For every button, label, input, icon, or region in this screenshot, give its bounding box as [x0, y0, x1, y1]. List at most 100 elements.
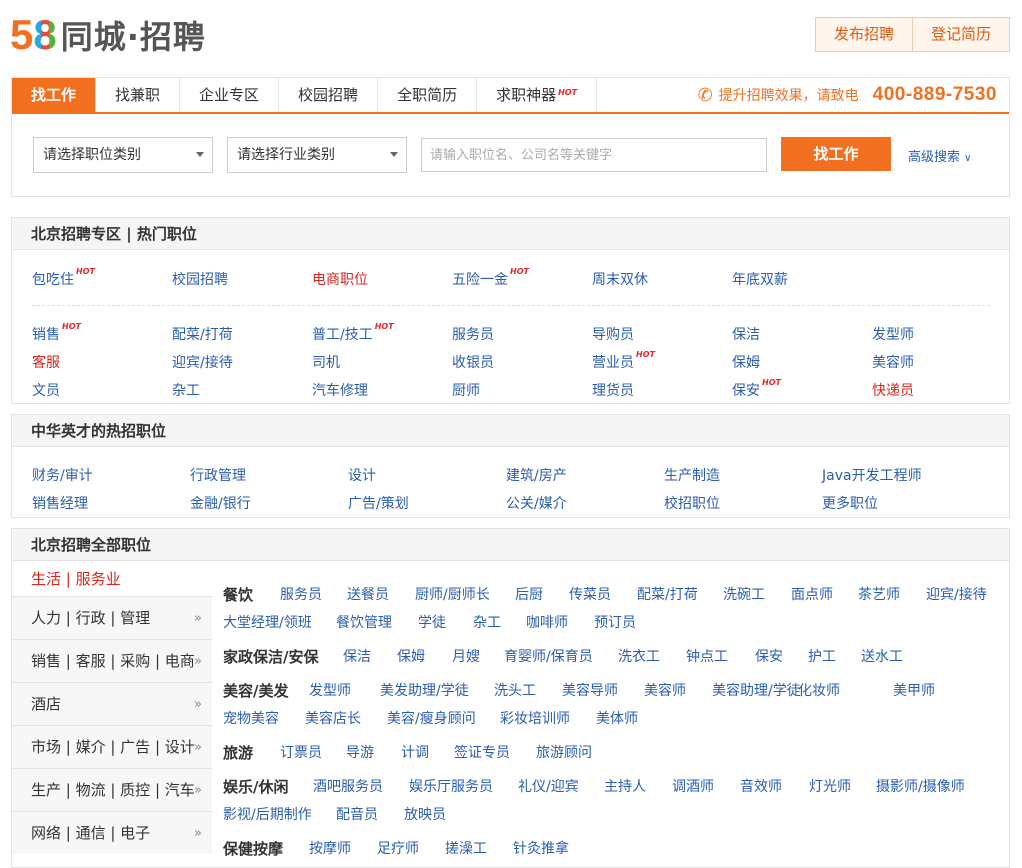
job-link[interactable]: 宠物美容: [223, 708, 279, 728]
hot-job-link[interactable]: 配菜/打荷: [172, 324, 233, 344]
job-link[interactable]: 送餐员: [347, 584, 389, 604]
job-link[interactable]: 娱乐厅服务员: [409, 776, 493, 796]
job-link[interactable]: 保安: [755, 646, 783, 666]
category-item[interactable]: 生活 | 服务业: [12, 562, 212, 596]
job-link[interactable]: 音效师: [740, 776, 782, 796]
tab-part-time[interactable]: 找兼职: [96, 78, 181, 112]
category-item[interactable]: 网络 | 通信 | 电子 »: [12, 811, 212, 854]
job-link[interactable]: 足疗师: [377, 838, 419, 858]
hot-job-link[interactable]: 理货员: [592, 380, 634, 400]
job-link[interactable]: 主持人: [604, 776, 646, 796]
hot-job-link[interactable]: 保安HOT: [732, 378, 781, 400]
hot-job-link[interactable]: 保洁: [732, 324, 760, 344]
zhrc-job-link[interactable]: 金融/银行: [190, 493, 251, 513]
job-link[interactable]: 迎宾/接待: [926, 584, 987, 604]
category-item[interactable]: 市场 | 媒介 | 广告 | 设计»: [12, 725, 212, 768]
zhrc-job-link[interactable]: 销售经理: [32, 493, 88, 513]
category-item[interactable]: 人力 | 行政 | 管理 »: [12, 596, 212, 639]
job-link[interactable]: 化妆师: [798, 680, 840, 700]
job-link[interactable]: 计调: [401, 742, 429, 762]
zhrc-job-link[interactable]: 公关/媒介: [506, 493, 567, 513]
job-link[interactable]: 美体师: [596, 708, 638, 728]
zhrc-job-link[interactable]: 设计: [348, 465, 376, 485]
hot-job-link[interactable]: 销售HOT: [32, 322, 81, 344]
hot-job-link[interactable]: 杂工: [172, 380, 200, 400]
job-link[interactable]: 厨师/厨师长: [415, 584, 490, 604]
find-job-button[interactable]: 找工作: [781, 137, 891, 171]
zhrc-job-link[interactable]: 广告/策划: [348, 493, 409, 513]
job-link[interactable]: 按摩师: [309, 838, 351, 858]
hot-job-link[interactable]: 迎宾/接待: [172, 352, 233, 372]
zhrc-job-link[interactable]: 财务/审计: [32, 465, 93, 485]
job-link[interactable]: 预订员: [594, 612, 636, 632]
hot-tag-link[interactable]: 包吃住HOT: [32, 267, 95, 289]
job-category-select[interactable]: 请选择职位类别: [33, 137, 213, 173]
hot-tag-link[interactable]: 五险一金HOT: [452, 267, 529, 289]
hot-job-link[interactable]: 客服: [32, 352, 60, 372]
job-link[interactable]: 彩妆培训师: [500, 708, 570, 728]
job-link[interactable]: 美甲师: [893, 680, 935, 700]
job-link[interactable]: 护工: [808, 646, 836, 666]
hot-job-link[interactable]: 营业员HOT: [592, 350, 655, 372]
job-link[interactable]: 美容导师: [562, 680, 618, 700]
job-link[interactable]: 洗头工: [494, 680, 536, 700]
job-link[interactable]: 大堂经理/领班: [223, 612, 312, 632]
job-link[interactable]: 月嫂: [452, 646, 480, 666]
industry-category-select[interactable]: 请选择行业类别: [227, 137, 407, 173]
job-link[interactable]: 酒吧服务员: [313, 776, 383, 796]
hot-job-link[interactable]: 服务员: [452, 324, 494, 344]
job-link[interactable]: 美容/瘦身顾问: [387, 708, 476, 728]
zhrc-job-link[interactable]: 更多职位: [822, 493, 878, 513]
job-link[interactable]: 钟点工: [686, 646, 728, 666]
hot-job-link[interactable]: 美容师: [872, 352, 914, 372]
hot-job-link[interactable]: 厨师: [452, 380, 480, 400]
tab-find-job[interactable]: 找工作: [12, 78, 97, 112]
zhrc-job-link[interactable]: 生产制造: [664, 465, 720, 485]
job-link[interactable]: 美容助理/学徒: [712, 680, 801, 700]
job-link[interactable]: 搓澡工: [445, 838, 487, 858]
job-link[interactable]: 育婴师/保育员: [504, 646, 593, 666]
zhrc-job-link[interactable]: Java开发工程师: [822, 465, 922, 485]
job-link[interactable]: 发型师: [309, 680, 351, 700]
job-link[interactable]: 导游: [346, 742, 374, 762]
hot-job-link[interactable]: 发型师: [872, 324, 914, 344]
job-link[interactable]: 洗衣工: [618, 646, 660, 666]
job-link[interactable]: 学徒: [418, 612, 446, 632]
job-link[interactable]: 洗碗工: [723, 584, 765, 604]
hot-job-link[interactable]: 导购员: [592, 324, 634, 344]
job-link[interactable]: 订票员: [280, 742, 322, 762]
job-link[interactable]: 放映员: [404, 804, 446, 824]
job-link[interactable]: 保洁: [343, 646, 371, 666]
job-link[interactable]: 送水工: [861, 646, 903, 666]
zhrc-job-link[interactable]: 校招职位: [664, 493, 720, 513]
hot-job-link[interactable]: 保姆: [732, 352, 760, 372]
category-item[interactable]: 酒店 »: [12, 682, 212, 725]
job-link[interactable]: 摄影师/摄像师: [876, 776, 965, 796]
hot-tag-link[interactable]: 电商职位: [312, 269, 368, 289]
job-link[interactable]: 保姆: [397, 646, 425, 666]
zhrc-job-link[interactable]: 建筑/房产: [506, 465, 567, 485]
job-link[interactable]: 服务员: [280, 584, 322, 604]
post-job-button[interactable]: 发布招聘: [816, 18, 912, 51]
tab-enterprise[interactable]: 企业专区: [180, 78, 280, 112]
job-link[interactable]: 配菜/打荷: [637, 584, 698, 604]
advanced-search-link[interactable]: 高级搜索 ∨: [908, 146, 971, 165]
job-link[interactable]: 后厨: [515, 584, 543, 604]
job-link[interactable]: 影视/后期制作: [223, 804, 312, 824]
category-item[interactable]: 生产 | 物流 | 质控 | 汽车»: [12, 768, 212, 811]
job-link[interactable]: 美容店长: [305, 708, 361, 728]
job-link[interactable]: 杂工: [473, 612, 501, 632]
hot-job-link[interactable]: 司机: [312, 352, 340, 372]
hot-tag-link[interactable]: 年底双薪: [732, 269, 788, 289]
job-link[interactable]: 传菜员: [569, 584, 611, 604]
tab-job-tool[interactable]: 求职神器 HOT: [477, 78, 598, 112]
hot-job-link[interactable]: 快递员: [872, 380, 914, 400]
job-link[interactable]: 调酒师: [672, 776, 714, 796]
keyword-search-input[interactable]: [421, 138, 767, 172]
hot-job-link[interactable]: 汽车修理: [312, 380, 368, 400]
job-link[interactable]: 咖啡师: [526, 612, 568, 632]
hot-tag-link[interactable]: 周末双休: [592, 269, 648, 289]
job-link[interactable]: 茶艺师: [858, 584, 900, 604]
job-link[interactable]: 面点师: [791, 584, 833, 604]
job-link[interactable]: 美容师: [644, 680, 686, 700]
